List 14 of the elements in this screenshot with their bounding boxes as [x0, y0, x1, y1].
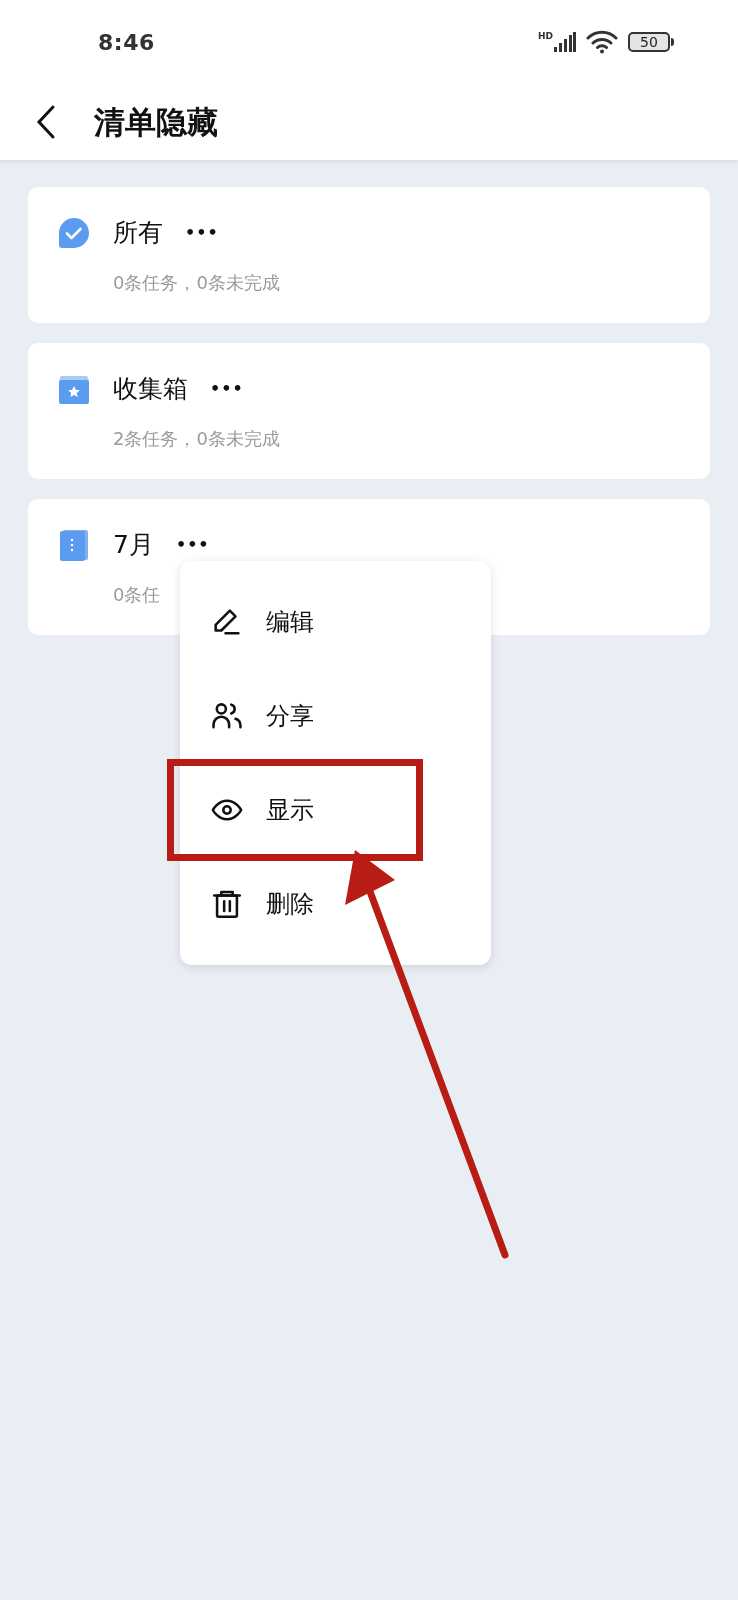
status-time: 8:46 [98, 28, 155, 57]
menu-label: 编辑 [266, 607, 314, 638]
list-name: 收集箱 [113, 373, 188, 406]
list-summary: 2条任务，0条未完成 [113, 427, 281, 451]
menu-label: 分享 [266, 701, 314, 732]
page-title: 清单隐藏 [94, 102, 218, 142]
list-name: 7月 [113, 529, 154, 562]
battery-level: 50 [628, 32, 670, 52]
network-type: HD [538, 32, 553, 41]
list-summary: 0条任务，0条未完成 [113, 271, 281, 295]
list-summary: 0条任 [113, 583, 162, 607]
menu-label: 删除 [266, 889, 314, 920]
menu-label: 显示 [266, 795, 314, 826]
list-name: 所有 [113, 217, 163, 250]
